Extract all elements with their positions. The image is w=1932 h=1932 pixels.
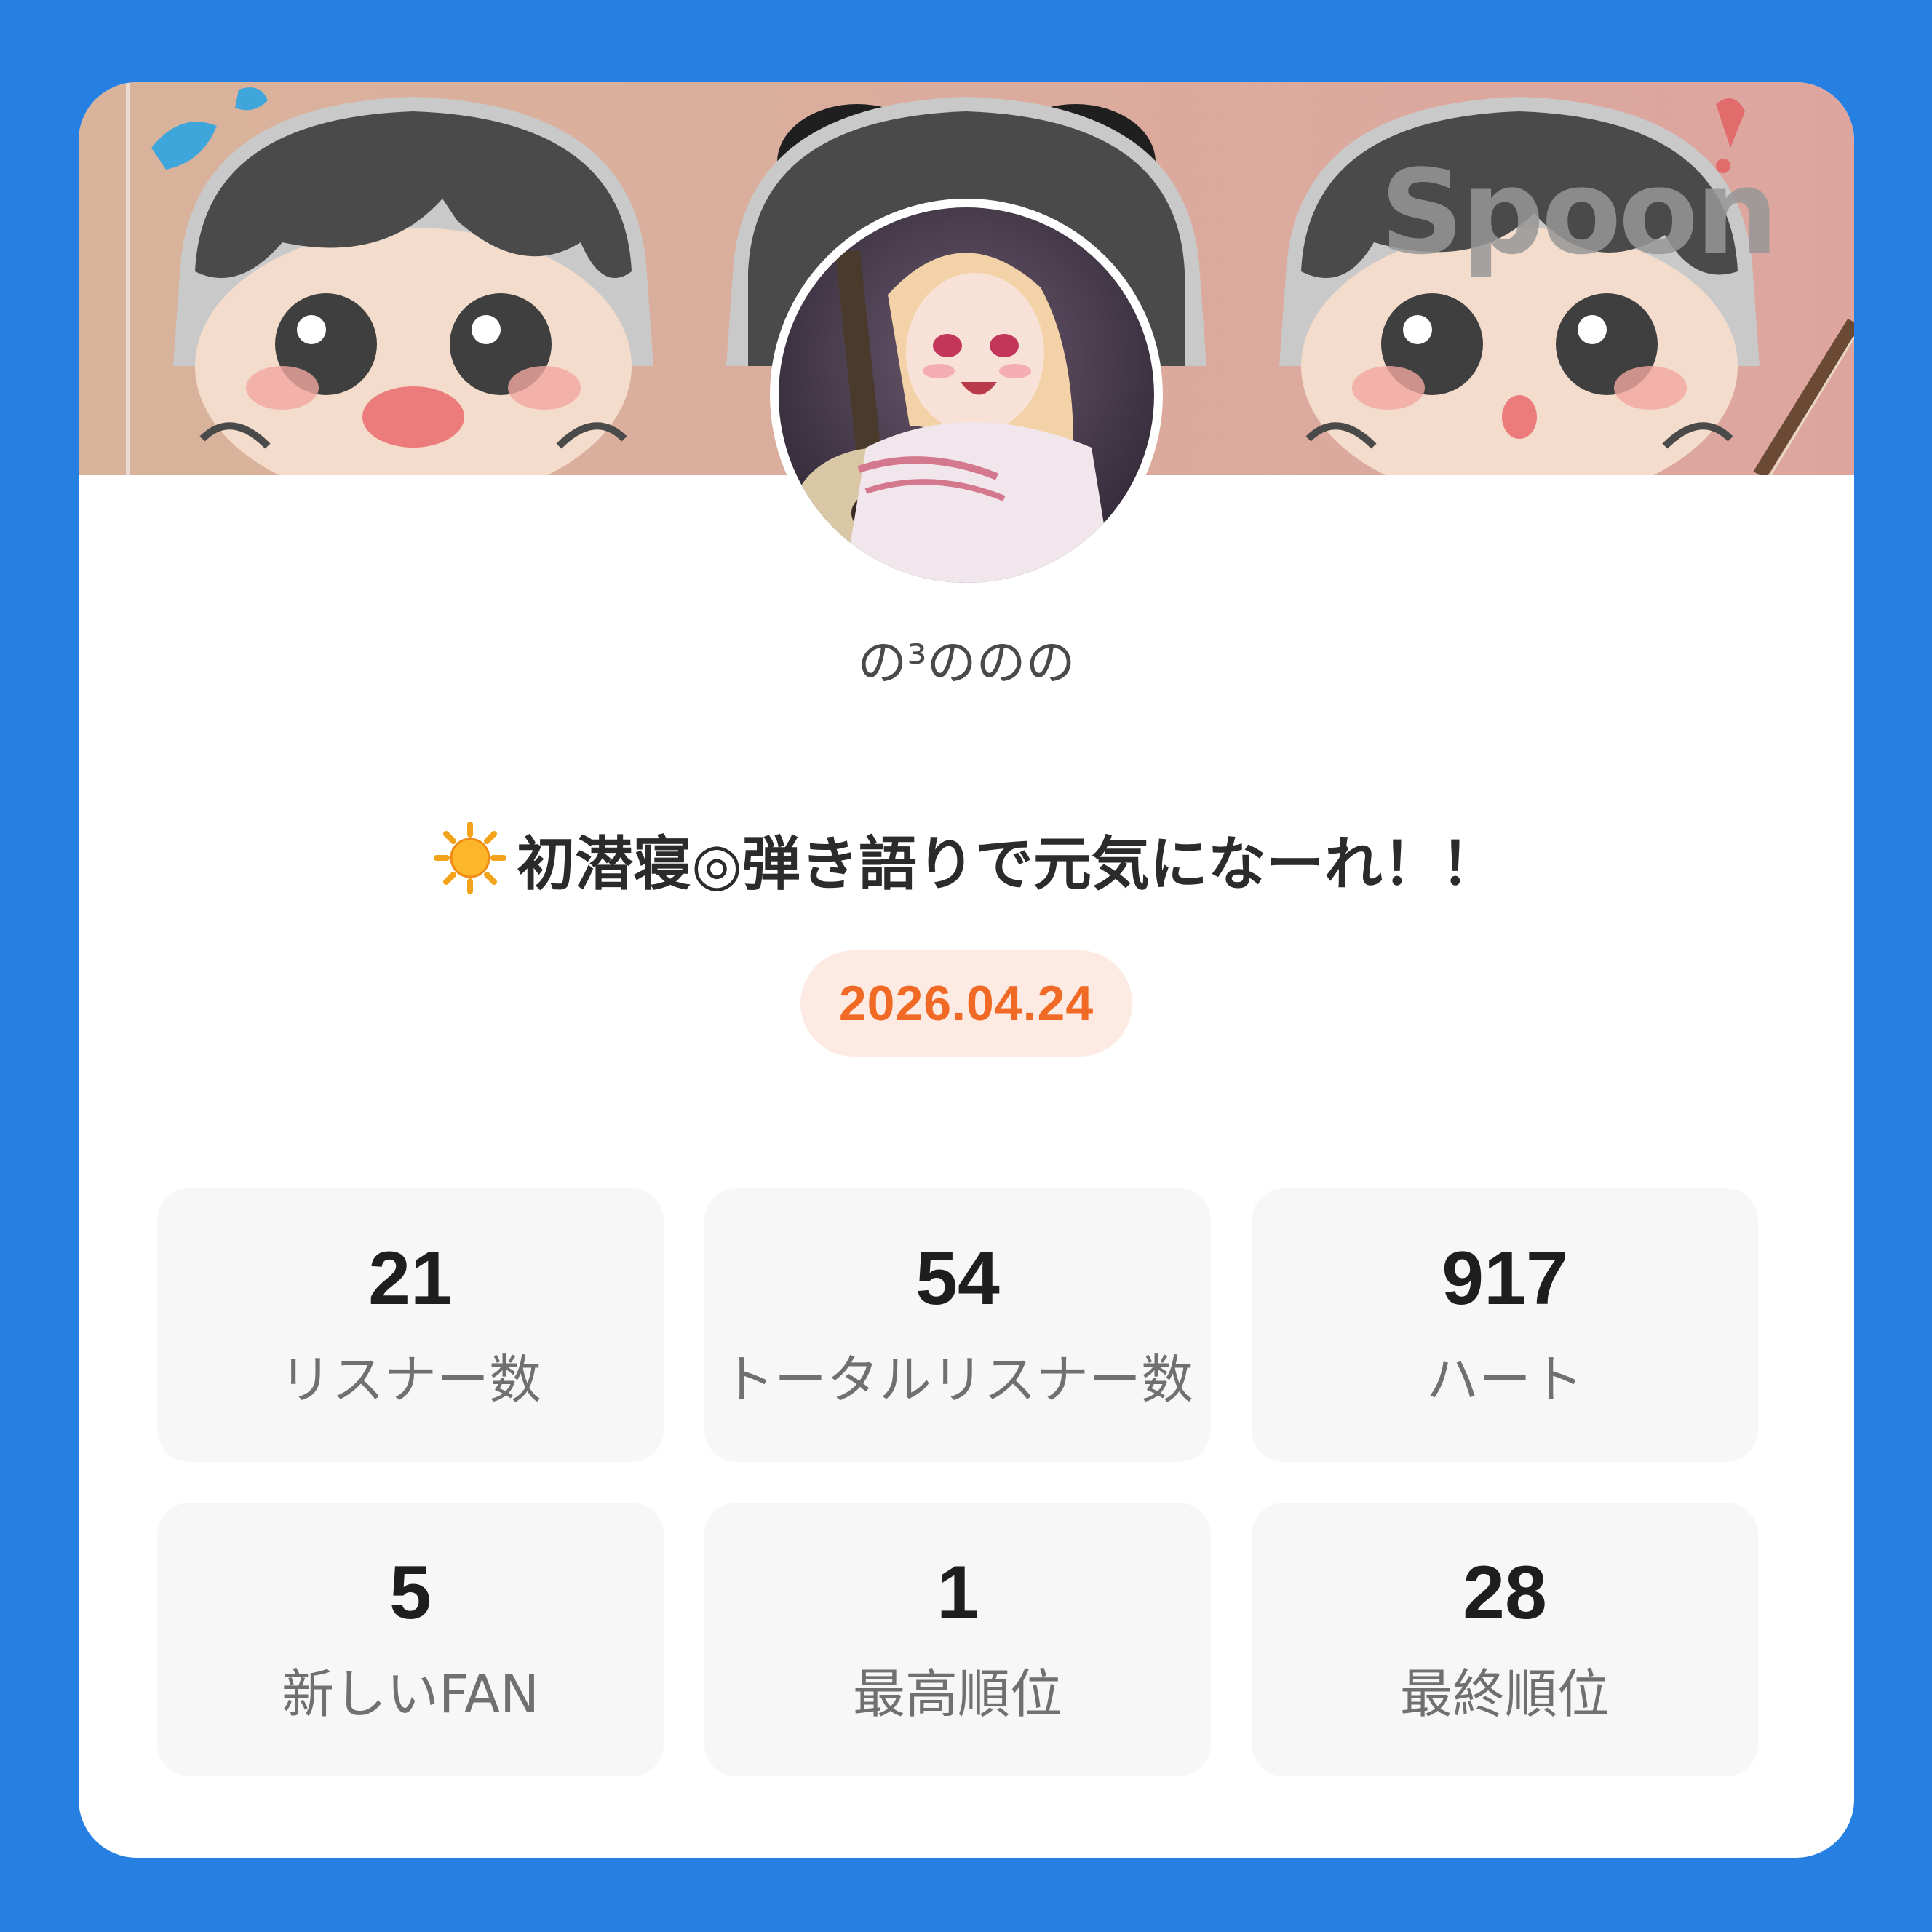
stat-highest-rank: 1 最高順位 [704, 1503, 1211, 1776]
stat-value: 21 [368, 1236, 453, 1321]
stat-label: リスナー数 [279, 1348, 541, 1410]
stat-new-fans: 5 新しいFAN [157, 1503, 664, 1776]
stat-label: 最終順位 [1399, 1663, 1610, 1725]
stat-label: 最高順位 [852, 1663, 1062, 1725]
stat-value: 5 [389, 1551, 432, 1636]
stat-value: 917 [1442, 1236, 1568, 1321]
stat-label: ハート [1426, 1348, 1583, 1410]
date-badge: 2026.04.24 [800, 950, 1132, 1057]
stat-value: 1 [937, 1551, 979, 1636]
sun-icon [434, 822, 507, 897]
summary-card: Spoon の³ののの 初潜寝◎弾き語りで元気になーれ！！ 2026.04.24… [79, 82, 1854, 1858]
stat-value: 54 [915, 1236, 1000, 1321]
stat-label: トータルリスナー数 [721, 1348, 1193, 1410]
stats-grid: 21 リスナー数 54 トータルリスナー数 917 ハート 5 新しいFAN 1… [157, 1188, 1773, 1776]
username: の³ののの [857, 635, 1076, 692]
broadcast-title-row: 初潜寝◎弾き語りで元気になーれ！！ [79, 817, 1854, 902]
stat-listeners: 21 リスナー数 [157, 1188, 664, 1462]
stat-final-rank: 28 最終順位 [1252, 1503, 1758, 1776]
broadcast-date: 2026.04.24 [838, 976, 1094, 1031]
stat-total-listeners: 54 トータルリスナー数 [704, 1188, 1211, 1462]
stat-hearts: 917 ハート [1252, 1188, 1758, 1462]
stat-label: 新しいFAN [282, 1663, 539, 1725]
stat-value: 28 [1463, 1551, 1547, 1636]
spoon-logo: Spoon [1380, 144, 1778, 280]
avatar[interactable] [770, 199, 1163, 592]
broadcast-title: 初潜寝◎弾き語りで元気になーれ！！ [517, 830, 1499, 898]
